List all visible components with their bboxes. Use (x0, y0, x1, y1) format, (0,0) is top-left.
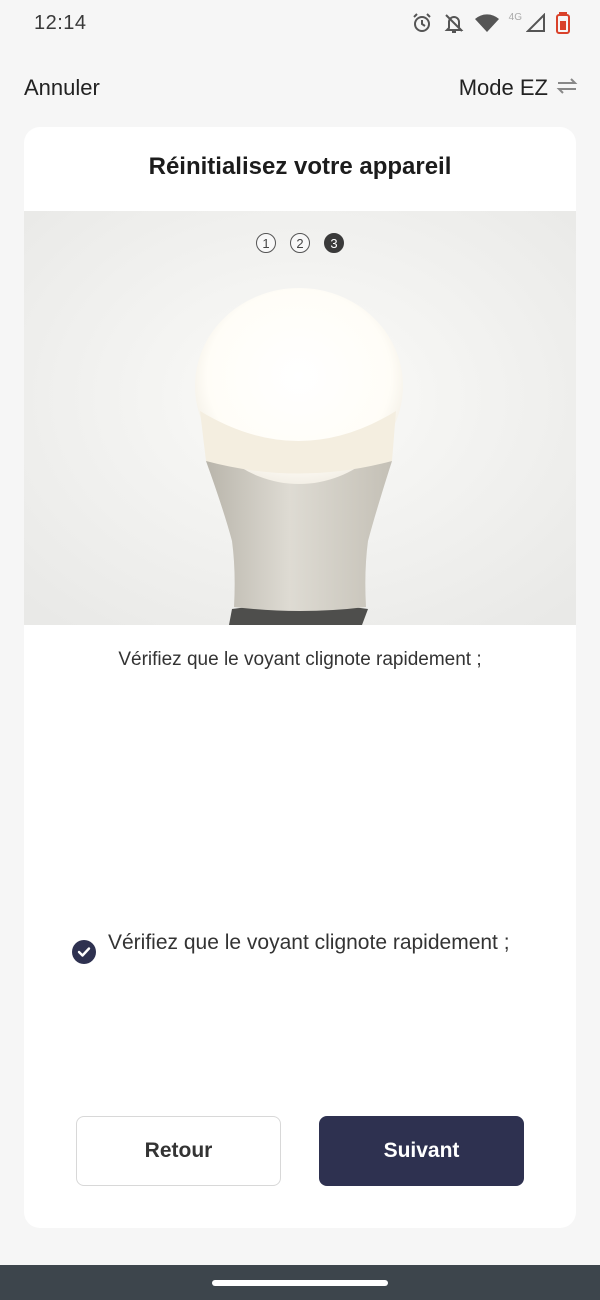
status-icons: 4G (411, 12, 570, 34)
top-header: Annuler Mode EZ (0, 66, 600, 110)
alarm-icon (411, 12, 433, 34)
status-bar: 12:14 4G (0, 0, 600, 46)
confirm-checkbox-row[interactable]: Vérifiez que le voyant clignote rapideme… (72, 929, 512, 964)
swap-arrows-icon (556, 75, 578, 101)
mode-switch-button[interactable]: Mode EZ (459, 75, 578, 101)
step-1: 1 (256, 233, 276, 253)
light-bulb-image: 1 2 3 (24, 211, 576, 625)
cellular-signal-icon (526, 13, 546, 33)
bulb-illustration (24, 211, 576, 625)
cancel-button[interactable]: Annuler (24, 75, 100, 101)
confirm-checkbox-label: Vérifiez que le voyant clignote rapideme… (108, 931, 510, 954)
reset-device-card: Réinitialisez votre appareil 1 2 3 Vérif… (24, 127, 576, 1228)
wifi-icon (474, 13, 499, 33)
mode-label: Mode EZ (458, 75, 548, 100)
checkmark-icon[interactable] (72, 940, 96, 964)
page-title: Réinitialisez votre appareil (148, 153, 452, 180)
system-nav-bar (0, 1265, 600, 1300)
network-type-label: 4G (508, 11, 522, 23)
home-gesture-handle[interactable] (212, 1280, 388, 1286)
instruction-text: Vérifiez que le voyant clignote rapideme… (118, 649, 482, 670)
step-3: 3 (324, 233, 344, 253)
battery-low-icon (556, 12, 570, 34)
step-2: 2 (290, 233, 310, 253)
notifications-off-icon (443, 12, 465, 34)
back-button[interactable]: Retour (76, 1116, 281, 1186)
status-time: 12:14 (34, 11, 87, 34)
step-indicator: 1 2 3 (24, 233, 576, 253)
next-button[interactable]: Suivant (319, 1116, 524, 1186)
